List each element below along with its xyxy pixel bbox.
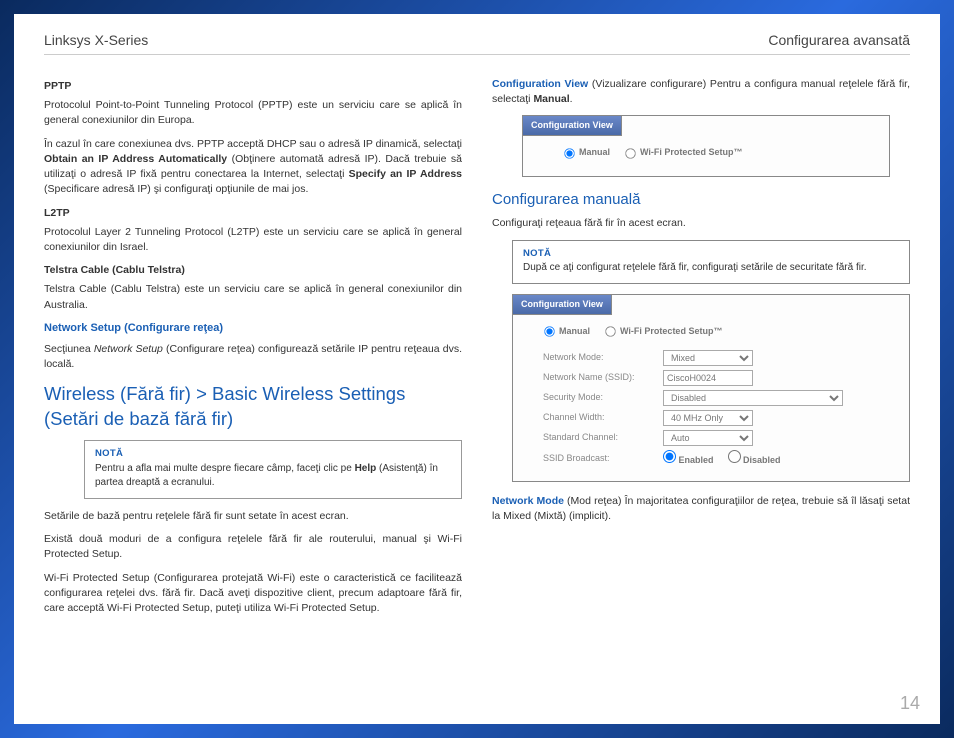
radio-wps-input[interactable] xyxy=(625,148,635,158)
config-view-body: Manual Wi-Fi Protected Setup™ xyxy=(523,136,889,175)
radio-disabled[interactable]: Disabled xyxy=(728,450,781,467)
config-view-body2: Manual Wi-Fi Protected Setup™ Network Mo… xyxy=(513,315,909,481)
note-title: NOTĂ xyxy=(95,447,451,461)
note-text-r: După ce aţi configurat reţelele fără fir… xyxy=(523,261,899,276)
columns: PPTP Protocolul Point-to-Point Tunneling… xyxy=(44,77,910,704)
cfgview-p: Configuration View (Vizualizare configur… xyxy=(492,77,910,107)
row-security-mode: Security Mode: Disabled xyxy=(543,390,897,406)
row-network-mode: Network Mode: Mixed xyxy=(543,350,897,366)
pptp-p1: Protocolul Point-to-Point Tunneling Prot… xyxy=(44,98,462,128)
radio-enabled-input[interactable] xyxy=(663,450,676,463)
select-network-mode[interactable]: Mixed xyxy=(663,350,753,366)
row-ssid: Network Name (SSID): xyxy=(543,370,897,386)
note-title-r: NOTĂ xyxy=(523,247,899,261)
network-setup-heading: Network Setup (Configurare reţea) xyxy=(44,321,462,337)
note-box-right: NOTĂ După ce aţi configurat reţelele făr… xyxy=(512,240,910,284)
radio-enabled[interactable]: Enabled xyxy=(663,450,714,467)
page-header: Linksys X-Series Configurarea avansată xyxy=(44,32,910,55)
row-ssid-broadcast: SSID Broadcast: Enabled Disabled xyxy=(543,450,897,467)
page-number: 14 xyxy=(900,693,920,714)
input-ssid[interactable] xyxy=(663,370,753,386)
radio-manual-input[interactable] xyxy=(564,148,574,158)
config-view-panel-large: Configuration View Manual Wi-Fi Protecte… xyxy=(512,294,910,482)
header-right: Configurarea avansată xyxy=(768,32,910,48)
network-setup-p: Secţiunea Network Setup (Configurare reţ… xyxy=(44,342,462,372)
radio-manual2-input[interactable] xyxy=(544,326,554,336)
note-box-left: NOTĂ Pentru a afla mai multe despre fiec… xyxy=(84,440,462,499)
manual-config-heading: Configurarea manuală xyxy=(492,189,910,211)
l2tp-p: Protocolul Layer 2 Tunneling Protocol (L… xyxy=(44,225,462,255)
radio-wps2-input[interactable] xyxy=(605,326,615,336)
radio-wps[interactable]: Wi-Fi Protected Setup™ xyxy=(624,146,742,159)
wireless-heading: Wireless (Fără fir) > Basic Wireless Set… xyxy=(44,382,462,432)
header-left: Linksys X-Series xyxy=(44,32,148,48)
config-view-panel-small: Configuration View Manual Wi-Fi Protecte… xyxy=(522,115,890,176)
row-channel-width: Channel Width: 40 MHz Only xyxy=(543,410,897,426)
select-channel-width[interactable]: 40 MHz Only xyxy=(663,410,753,426)
pptp-heading: PPTP xyxy=(44,79,462,94)
network-mode-p: Network Mode (Mod reţea) În majoritatea … xyxy=(492,494,910,524)
telstra-heading: Telstra Cable (Cablu Telstra) xyxy=(44,263,462,278)
select-standard-channel[interactable]: Auto xyxy=(663,430,753,446)
row-standard-channel: Standard Channel: Auto xyxy=(543,430,897,446)
left-column: PPTP Protocolul Point-to-Point Tunneling… xyxy=(44,77,462,704)
radio-manual2[interactable]: Manual xyxy=(543,325,590,338)
right-column: Configuration View (Vizualizare configur… xyxy=(492,77,910,704)
config-view-header2: Configuration View xyxy=(513,295,612,315)
left-after-p2: Există două moduri de a configura reţele… xyxy=(44,532,462,562)
pptp-p2: În cazul în care conexiunea dvs. PPTP ac… xyxy=(44,137,462,198)
config-view-header: Configuration View xyxy=(523,116,622,136)
radio-wps2[interactable]: Wi-Fi Protected Setup™ xyxy=(604,325,722,338)
select-security-mode[interactable]: Disabled xyxy=(663,390,843,406)
note-text: Pentru a afla mai multe despre fiecare c… xyxy=(95,462,451,491)
left-after-p1: Setările de bază pentru reţelele fără fi… xyxy=(44,509,462,524)
telstra-p: Telstra Cable (Cablu Telstra) este un se… xyxy=(44,282,462,312)
page: Linksys X-Series Configurarea avansată P… xyxy=(14,14,940,724)
manual-config-p: Configuraţi reţeaua fără fir în acest ec… xyxy=(492,216,910,231)
l2tp-heading: L2TP xyxy=(44,206,462,221)
left-after-p3: Wi-Fi Protected Setup (Configurarea prot… xyxy=(44,571,462,617)
radio-disabled-input[interactable] xyxy=(728,450,741,463)
radio-manual[interactable]: Manual xyxy=(563,146,610,159)
